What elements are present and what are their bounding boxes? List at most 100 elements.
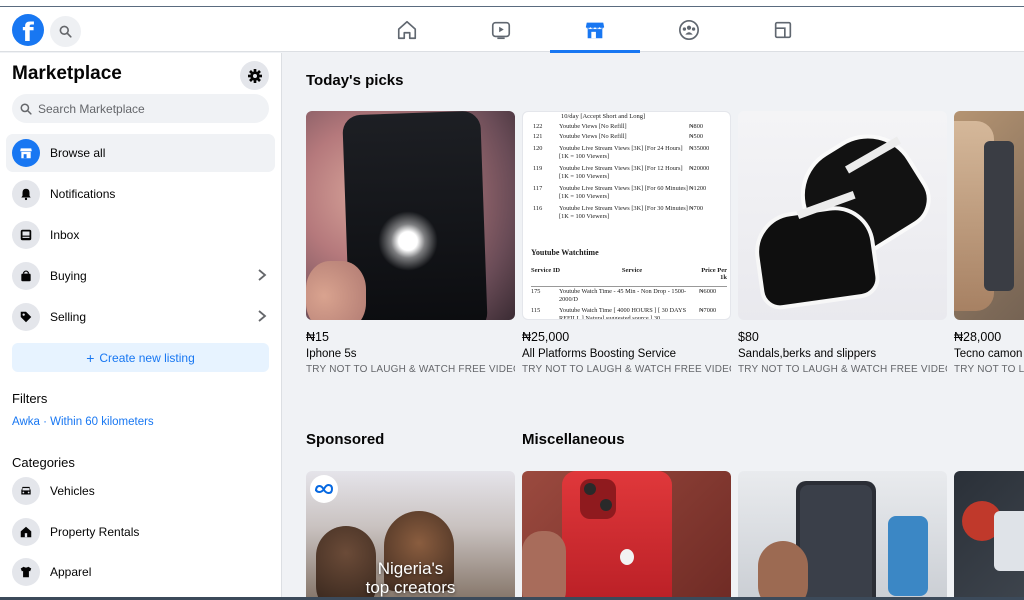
doc-row-text: Youtube Live Stream Views [3K] [For 24 H… (559, 145, 683, 160)
listing-title: All Platforms Boosting Service (522, 348, 677, 360)
tag-icon (12, 303, 40, 331)
tab-marketplace[interactable] (548, 7, 642, 53)
category-vehicles[interactable]: Vehicles (6, 472, 275, 510)
listing-photo-price-list[interactable]: 10/day [Accept Short and Long] 122 Youtub… (522, 111, 731, 320)
sidebar-item-notifications[interactable]: Notifications (6, 175, 275, 213)
listing-seller: TRY NOT TO LAUGH & WATCH FREE VIDEOS (738, 364, 947, 375)
ad-caption: Nigeria's top creators (306, 559, 515, 597)
listing-photo-iphone[interactable] (306, 111, 515, 320)
search-icon (59, 25, 72, 38)
doc-row-price: ₦35000 (689, 145, 710, 152)
create-new-listing-button[interactable]: + Create new listing (12, 343, 269, 372)
doc-row-text: Youtube Views [No Refill] (559, 133, 627, 140)
doc-row-id: 119 (533, 165, 543, 172)
home-icon (397, 20, 417, 39)
sponsored-ad-image[interactable]: Nigeria's top creators (306, 471, 515, 600)
main-nav-tabs (360, 7, 830, 53)
category-apparel[interactable]: Apparel (6, 553, 275, 591)
marketplace-sidebar: Marketplace Browse all Notifications Inb… (0, 53, 282, 600)
listing-title: Iphone 5s (306, 348, 357, 360)
doc-header-id: Service ID (531, 267, 561, 274)
gaming-icon (774, 21, 792, 38)
gear-icon (247, 68, 262, 83)
search-button[interactable] (50, 16, 81, 47)
marketplace-icon (585, 22, 605, 38)
doc-row-id: 116 (533, 205, 543, 212)
listing-photo-electronics[interactable] (954, 471, 1024, 600)
doc-row: 119 Youtube Live Stream Views [3K] [For 1… (533, 165, 729, 181)
listing-card[interactable] (954, 471, 1024, 600)
category-label: Apparel (50, 565, 92, 579)
sidebar-item-selling[interactable]: Selling (6, 298, 275, 336)
listing-photo-sandals[interactable] (738, 111, 947, 320)
doc-row-price: ₦6000 (699, 288, 717, 295)
category-label: Vehicles (50, 484, 95, 498)
doc-row-text: Youtube Live Stream Views [3K] [For 30 M… (559, 205, 688, 220)
create-listing-label: Create new listing (99, 350, 195, 365)
listing-card[interactable] (522, 471, 731, 600)
listing-card[interactable]: 10/day [Accept Short and Long] 122 Youtub… (522, 111, 731, 375)
sidebar-item-browse-all[interactable]: Browse all (6, 134, 275, 172)
todays-picks-heading: Today's picks (306, 72, 404, 89)
doc-row-text: Youtube Live Stream Views [3K] [For 60 M… (559, 185, 688, 200)
miscellaneous-heading: Miscellaneous (522, 431, 625, 448)
doc-row-text: Youtube Watch Time [ 4000 HOURS ] [ 30 D… (559, 307, 687, 320)
listing-card[interactable] (738, 471, 947, 600)
sidebar-item-label: Inbox (50, 228, 80, 242)
bell-icon (12, 180, 40, 208)
doc-row-text: Youtube Live Stream Views [3K] [For 12 H… (559, 165, 683, 180)
doc-row-price: ₦7000 (699, 307, 717, 314)
listing-photo-android-phone[interactable] (738, 471, 947, 600)
listing-price: ₦28,000 (954, 330, 1002, 344)
doc-row: 117 Youtube Live Stream Views [3K] [For 6… (533, 185, 729, 201)
sponsored-ad-card[interactable]: Nigeria's top creators (306, 471, 515, 600)
sidebar-item-buying[interactable]: Buying (6, 257, 275, 295)
category-property-rentals[interactable]: Property Rentals (6, 513, 275, 551)
doc-row: 175 Youtube Watch Time - 45 Min - Non Dr… (531, 288, 729, 304)
tab-home[interactable] (360, 7, 454, 52)
sidebar-item-label: Buying (50, 269, 87, 283)
listing-price: ₦15 (306, 330, 329, 344)
category-label: Property Rentals (50, 525, 140, 539)
shopping-bag-icon (12, 262, 40, 290)
tab-video[interactable] (454, 7, 548, 52)
doc-header-service: Service (621, 267, 643, 274)
doc-section-title: Youtube Watchtime (531, 248, 599, 257)
listing-photo-tecno[interactable] (954, 111, 1024, 320)
doc-row-id: 117 (533, 185, 543, 192)
inbox-icon (12, 221, 40, 249)
window-top-edge (0, 0, 1024, 7)
tab-gaming[interactable] (736, 7, 830, 52)
marketplace-search[interactable] (12, 94, 269, 123)
doc-row-price: ₦700 (689, 205, 703, 212)
sidebar-item-label: Selling (50, 310, 87, 324)
meta-logo (310, 475, 338, 503)
settings-button[interactable] (240, 61, 269, 90)
doc-row: 120 Youtube Live Stream Views [3K] [For 2… (533, 145, 729, 161)
doc-row-text: Youtube Views [No Refill] (559, 123, 627, 130)
listing-seller: TRY NOT TO LAUGH & WATCH FREE VIDEOS (522, 364, 731, 375)
house-icon (12, 518, 40, 546)
listing-photo-red-iphone[interactable] (522, 471, 731, 600)
tab-groups[interactable] (642, 7, 736, 52)
search-input[interactable] (38, 101, 258, 116)
location-filter-link[interactable]: Awka · Within 60 kilometers (12, 416, 154, 428)
search-icon (20, 103, 32, 115)
doc-row-price: ₦1200 (689, 185, 707, 192)
sidebar-item-inbox[interactable]: Inbox (6, 216, 275, 254)
listing-card[interactable]: ₦28,000 Tecno camon TRY NOT TO LAUGH & W… (954, 111, 1024, 375)
listing-card[interactable]: $80 Sandals,berks and slippers TRY NOT T… (738, 111, 947, 375)
listing-card[interactable]: ₦15 Iphone 5s TRY NOT TO LAUGH & WATCH F… (306, 111, 515, 375)
chevron-right-icon (258, 269, 267, 281)
groups-icon (679, 19, 699, 40)
listing-price: ₦25,000 (522, 330, 570, 344)
chevron-right-icon (258, 310, 267, 322)
doc-header-price: Price Per 1k (701, 267, 727, 281)
facebook-logo[interactable]: f (12, 14, 44, 46)
sponsored-heading: Sponsored (306, 431, 385, 448)
doc-row-id: 122 (533, 123, 543, 130)
ad-caption-line-1: Nigeria's (377, 559, 444, 578)
sidebar-item-label: Browse all (50, 146, 106, 160)
filters-heading: Filters (12, 391, 48, 406)
ad-caption-line-2: top creators (365, 578, 456, 597)
